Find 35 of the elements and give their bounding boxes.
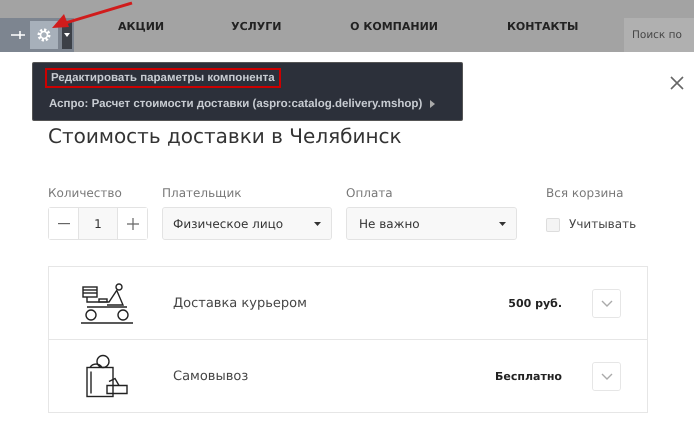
bag-hand-icon bbox=[86, 354, 128, 398]
menu-item[interactable]: Редактировать параметры компонента bbox=[45, 68, 281, 88]
payment-select[interactable]: Не важно bbox=[346, 207, 517, 240]
nav-link[interactable]: КОНТАКТЫ bbox=[506, 20, 624, 32]
search-field[interactable]: Поиск по bbox=[624, 18, 694, 52]
settings-icon bbox=[36, 27, 52, 43]
menu-item[interactable]: Аспро: Расчет стоимости доставки (aspro:catalog.delivery.mshop) bbox=[45, 94, 462, 114]
scooter-icon bbox=[81, 281, 133, 325]
nav-link[interactable]: О КОМПАНИИ bbox=[350, 20, 507, 32]
delivery-price: Бесплатно bbox=[495, 370, 562, 382]
payer-select[interactable]: Физическое лицо bbox=[162, 207, 332, 240]
caret-icon bbox=[64, 33, 70, 37]
caret-icon bbox=[314, 222, 321, 226]
quantity-input[interactable]: 1 bbox=[78, 208, 118, 239]
field-label: Плательщик bbox=[162, 186, 243, 201]
delivery-method-name: Доставка курьером bbox=[173, 296, 308, 310]
caret-icon bbox=[499, 222, 506, 226]
settings-button[interactable] bbox=[30, 21, 58, 49]
nav-link[interactable]: УСЛУГИ bbox=[231, 20, 350, 32]
submenu-arrow-icon bbox=[430, 100, 436, 108]
nav-link[interactable]: АКЦИИ bbox=[118, 20, 232, 32]
field-label: Вся корзина bbox=[546, 186, 624, 201]
field-label: Оплата bbox=[346, 186, 394, 201]
chevron-down-icon bbox=[600, 300, 612, 306]
chevron-down-icon bbox=[600, 372, 612, 380]
delivery-price: 500 руб. bbox=[508, 296, 562, 310]
page-title: Стоимость доставки в Челябинск bbox=[48, 124, 402, 148]
pin-icon[interactable] bbox=[10, 29, 26, 41]
checkbox[interactable] bbox=[546, 218, 560, 232]
minus-icon bbox=[58, 222, 70, 224]
checkbox-label[interactable]: Учитывать bbox=[569, 217, 636, 232]
delivery-method-name: Самовывоз bbox=[173, 368, 250, 384]
plus-icon bbox=[126, 218, 138, 230]
field-label: Количество bbox=[48, 186, 123, 201]
close-icon[interactable] bbox=[670, 76, 684, 90]
